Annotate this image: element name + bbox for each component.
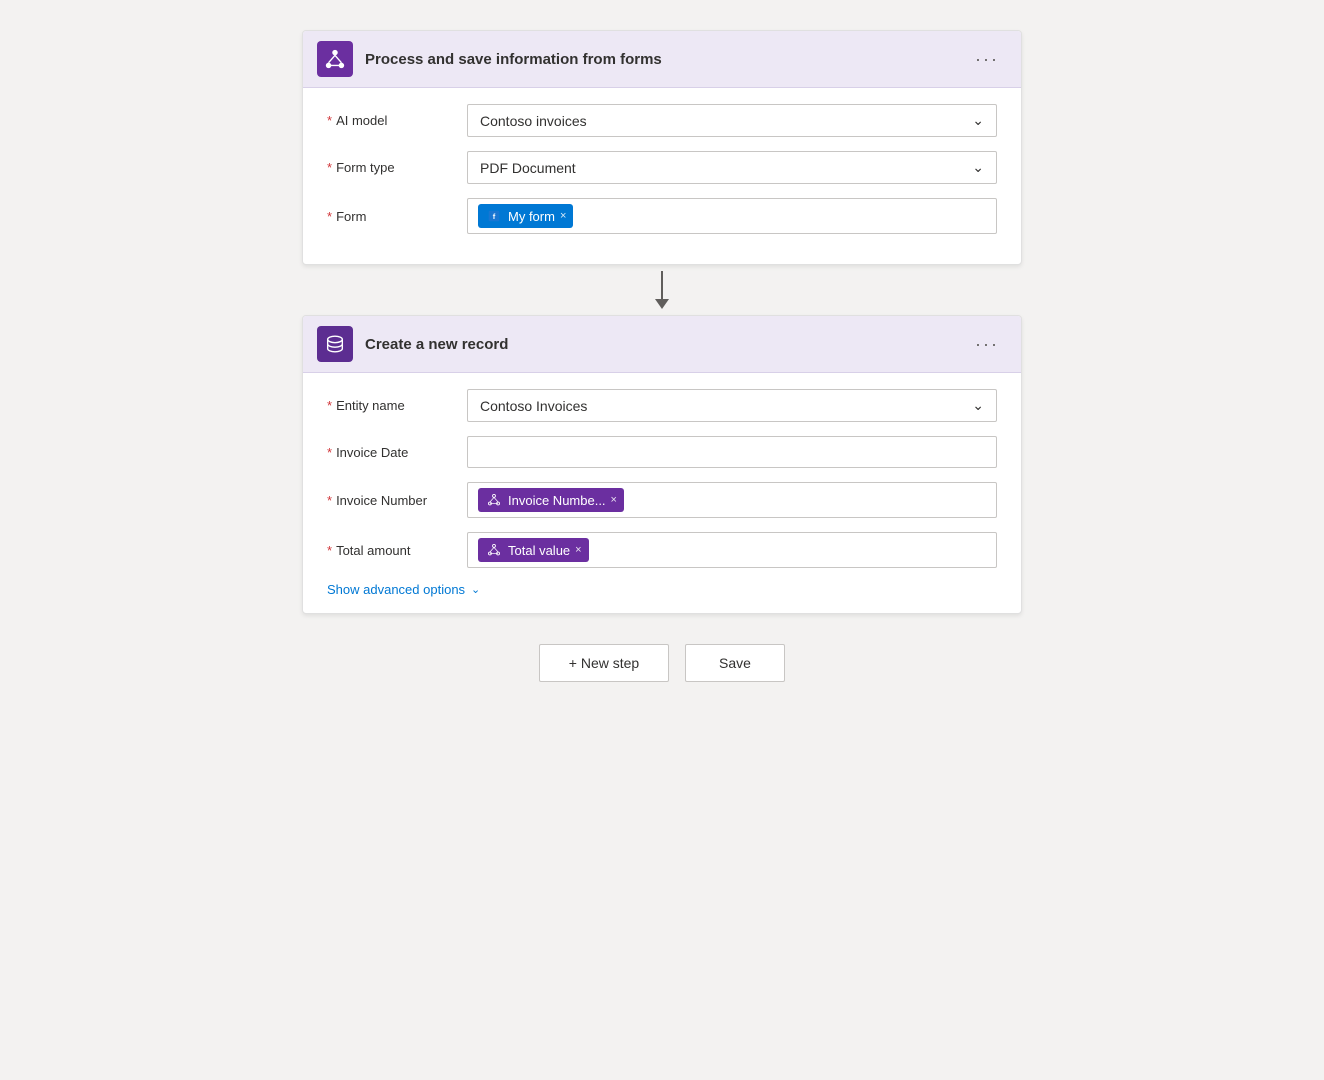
show-advanced-options[interactable]: Show advanced options ⌄ <box>327 582 997 597</box>
card1-icon <box>317 41 353 77</box>
card-create-record: Create a new record ··· *Entity name Con… <box>302 315 1022 614</box>
form-type-label: *Form type <box>327 160 467 175</box>
entity-name-row: *Entity name Contoso Invoices ⌄ <box>327 389 997 422</box>
form-type-control: PDF Document ⌄ <box>467 151 997 184</box>
total-amount-tag-close[interactable]: × <box>575 544 581 556</box>
card2-menu-button[interactable]: ··· <box>967 330 1007 359</box>
entity-name-control: Contoso Invoices ⌄ <box>467 389 997 422</box>
card2-title: Create a new record <box>365 336 967 353</box>
invoice-number-label: *Invoice Number <box>327 493 467 508</box>
form-tag-close[interactable]: × <box>560 210 566 222</box>
ai-model-chevron-icon: ⌄ <box>972 112 984 129</box>
ai-icon-invoice <box>485 491 503 509</box>
card-process-forms: Process and save information from forms … <box>302 30 1022 265</box>
form-type-chevron-icon: ⌄ <box>972 159 984 176</box>
invoice-date-row: *Invoice Date <box>327 436 997 468</box>
total-amount-control: Total value × <box>467 532 997 568</box>
total-amount-tag: Total value × <box>478 538 589 562</box>
form-control: f My form × <box>467 198 997 234</box>
ai-icon-total <box>485 541 503 559</box>
show-advanced-chevron-icon: ⌄ <box>471 583 480 596</box>
new-step-button[interactable]: + New step <box>539 644 669 682</box>
card1-body: *AI model Contoso invoices ⌄ *Form type … <box>303 88 1021 264</box>
invoice-number-row: *Invoice Number <box>327 482 997 518</box>
form-tag-input[interactable]: f My form × <box>467 198 997 234</box>
card1-header: Process and save information from forms … <box>303 31 1021 88</box>
total-amount-row: *Total amount <box>327 532 997 568</box>
card1-menu-button[interactable]: ··· <box>967 45 1007 74</box>
entity-name-dropdown[interactable]: Contoso Invoices ⌄ <box>467 389 997 422</box>
form-tag: f My form × <box>478 204 573 228</box>
entity-name-chevron-icon: ⌄ <box>972 397 984 414</box>
ai-model-label: *AI model <box>327 113 467 128</box>
invoice-number-control: Invoice Numbe... × <box>467 482 997 518</box>
arrow-head <box>655 299 669 309</box>
card2-body: *Entity name Contoso Invoices ⌄ *Invoice… <box>303 373 1021 613</box>
form-row: *Form f My form × <box>327 198 997 234</box>
ai-model-row: *AI model Contoso invoices ⌄ <box>327 104 997 137</box>
form-icon: f <box>485 207 503 225</box>
ai-model-control: Contoso invoices ⌄ <box>467 104 997 137</box>
bottom-buttons: + New step Save <box>539 644 785 682</box>
card2-header: Create a new record ··· <box>303 316 1021 373</box>
card1-title: Process and save information from forms <box>365 51 967 68</box>
form-type-row: *Form type PDF Document ⌄ <box>327 151 997 184</box>
invoice-date-input[interactable] <box>467 436 997 468</box>
form-label: *Form <box>327 209 467 224</box>
total-amount-tag-input[interactable]: Total value × <box>467 532 997 568</box>
arrow-line <box>661 271 663 299</box>
ai-model-dropdown[interactable]: Contoso invoices ⌄ <box>467 104 997 137</box>
invoice-number-tag: Invoice Numbe... × <box>478 488 624 512</box>
card2-icon <box>317 326 353 362</box>
invoice-number-tag-input[interactable]: Invoice Numbe... × <box>467 482 997 518</box>
entity-name-label: *Entity name <box>327 398 467 413</box>
save-button[interactable]: Save <box>685 644 785 682</box>
total-amount-label: *Total amount <box>327 543 467 558</box>
page-container: Process and save information from forms … <box>302 20 1022 1060</box>
invoice-number-tag-close[interactable]: × <box>611 494 617 506</box>
arrow-connector-1 <box>655 271 669 309</box>
invoice-date-control <box>467 436 997 468</box>
invoice-date-label: *Invoice Date <box>327 445 467 460</box>
form-type-dropdown[interactable]: PDF Document ⌄ <box>467 151 997 184</box>
